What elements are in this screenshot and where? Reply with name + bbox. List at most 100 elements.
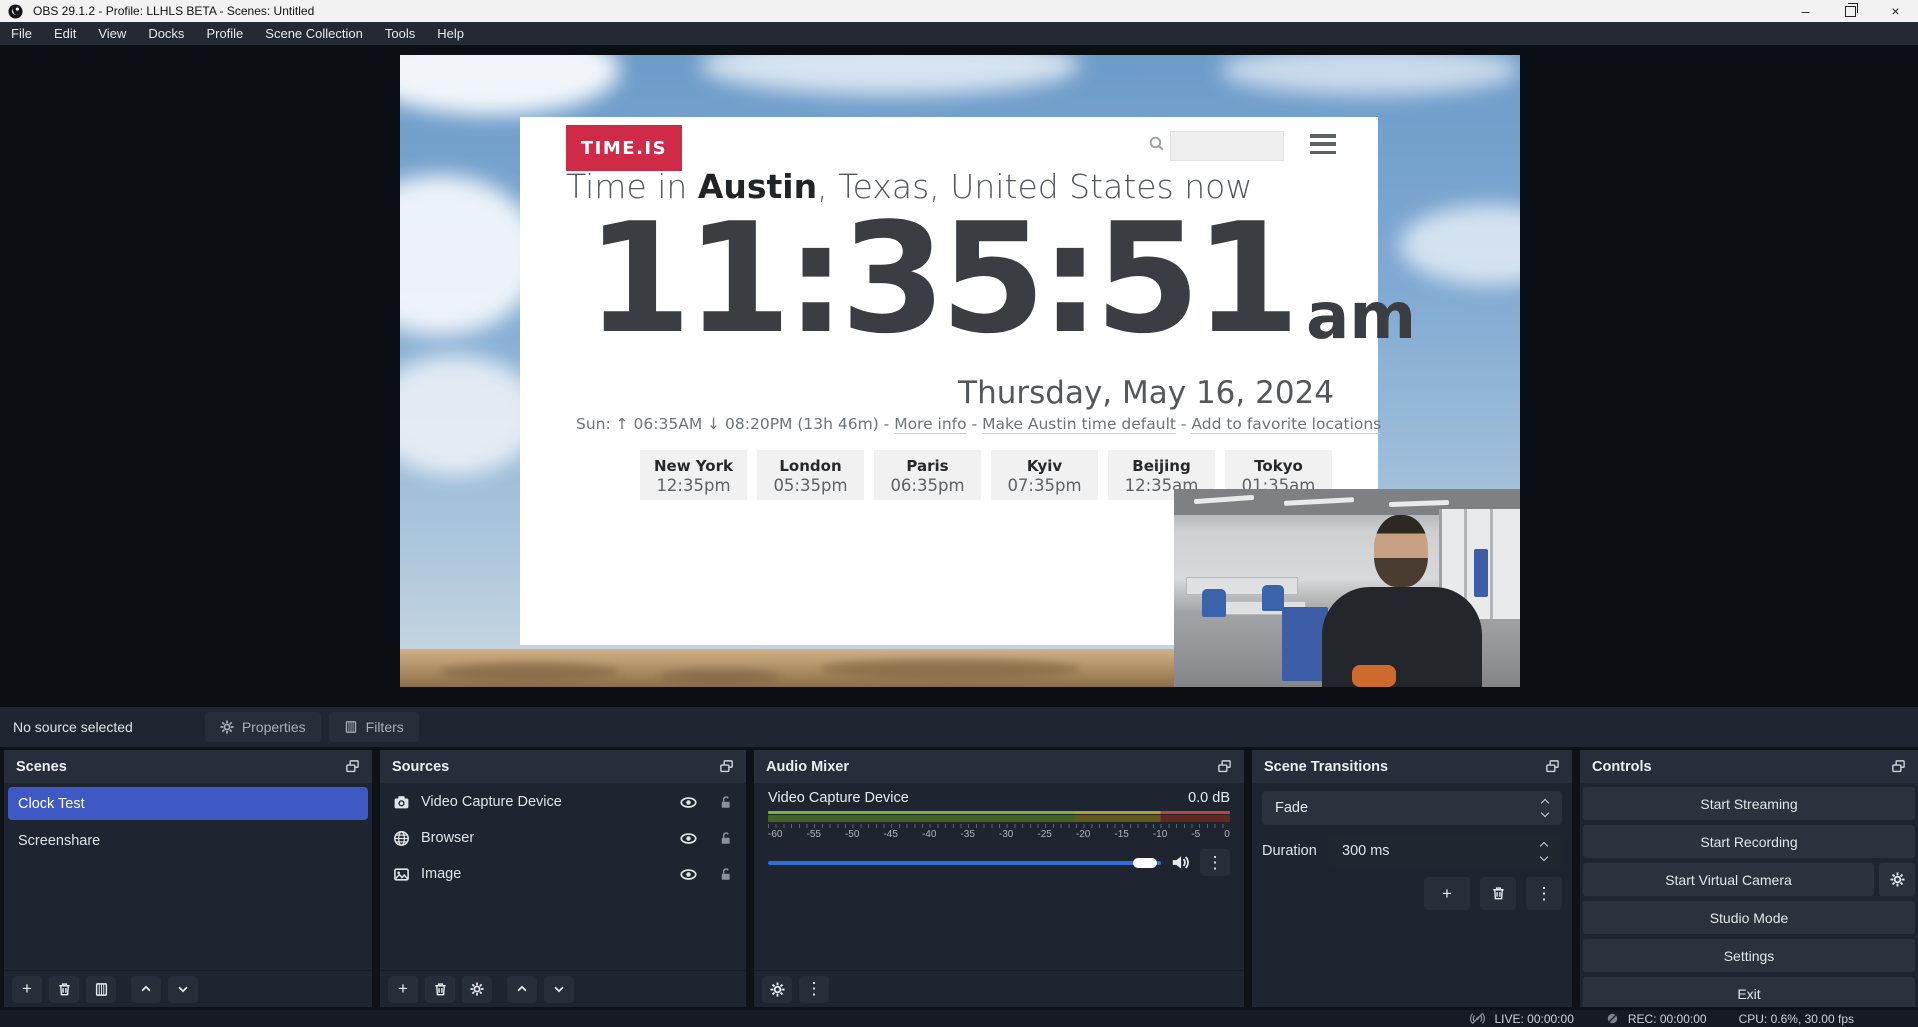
controls-panel: Controls Start Streaming Start Recording… bbox=[1580, 750, 1918, 1007]
webcam-video bbox=[1174, 489, 1520, 687]
chevron-up-icon bbox=[139, 982, 153, 996]
close-button[interactable]: × bbox=[1873, 0, 1918, 22]
chevron-up-icon bbox=[515, 982, 529, 996]
scene-item-clock-test[interactable]: Clock Test bbox=[8, 787, 368, 820]
move-source-up-button[interactable] bbox=[507, 976, 537, 1003]
controls-title: Controls bbox=[1592, 759, 1652, 775]
hamburger-menu-icon bbox=[1310, 134, 1336, 154]
popout-icon[interactable] bbox=[1891, 759, 1906, 774]
menu-item[interactable]: View bbox=[87, 22, 137, 45]
menu-item[interactable]: Profile bbox=[195, 22, 254, 45]
volume-meter bbox=[768, 811, 1230, 814]
start-virtual-camera-button[interactable]: Start Virtual Camera bbox=[1583, 863, 1874, 896]
source-toolbar: No source selected Properties Filters bbox=[0, 707, 1918, 747]
minimize-button[interactable]: – bbox=[1783, 0, 1828, 22]
move-scene-down-button[interactable] bbox=[168, 976, 198, 1003]
status-bar: LIVE: 00:00:00 REC: 00:00:00 CPU: 0.6%, … bbox=[0, 1010, 1918, 1027]
add-transition-button[interactable]: + bbox=[1424, 877, 1470, 910]
source-item-browser[interactable]: Browser bbox=[380, 821, 746, 855]
gears-icon bbox=[770, 982, 785, 997]
remove-transition-button[interactable] bbox=[1480, 877, 1516, 910]
globe-icon bbox=[393, 830, 410, 847]
orange-object bbox=[1352, 665, 1396, 687]
mixer-channel-name: Video Capture Device bbox=[768, 790, 909, 806]
volume-slider-handle[interactable] bbox=[1133, 858, 1157, 868]
popout-icon[interactable] bbox=[719, 759, 734, 774]
restore-button[interactable] bbox=[1828, 0, 1873, 22]
advanced-audio-button[interactable] bbox=[762, 976, 792, 1003]
trash-icon bbox=[1491, 886, 1506, 901]
rec-time: REC: 00:00:00 bbox=[1628, 1012, 1707, 1026]
eye-icon[interactable] bbox=[680, 794, 697, 811]
workspace: TIME.IS Time in Austin, Texas, United St… bbox=[0, 45, 1918, 707]
lock-icon[interactable] bbox=[718, 831, 733, 846]
mixer-options-button[interactable]: ⋮ bbox=[799, 976, 829, 1003]
popout-icon[interactable] bbox=[1217, 759, 1232, 774]
popout-icon[interactable] bbox=[345, 759, 360, 774]
preview-canvas[interactable]: TIME.IS Time in Austin, Texas, United St… bbox=[400, 55, 1520, 687]
docks-area: Scenes Clock Test Screenshare + Sources bbox=[0, 747, 1918, 1010]
obs-logo-icon bbox=[8, 4, 23, 19]
transition-options-button[interactable]: ⋮ bbox=[1526, 877, 1562, 910]
studio-mode-button[interactable]: Studio Mode bbox=[1583, 901, 1915, 934]
lock-icon[interactable] bbox=[718, 795, 733, 810]
scenes-title: Scenes bbox=[16, 759, 67, 775]
scene-transitions-panel: Scene Transitions Fade Duration 300 ms bbox=[1252, 750, 1572, 1007]
window-title: OBS 29.1.2 - Profile: LLHLS BETA - Scene… bbox=[33, 4, 314, 18]
source-properties-button[interactable] bbox=[462, 976, 492, 1003]
properties-button[interactable]: Properties bbox=[205, 712, 321, 742]
scene-item-screenshare[interactable]: Screenshare bbox=[8, 824, 368, 857]
timeis-link: More info bbox=[894, 415, 966, 434]
cloud bbox=[1400, 205, 1520, 285]
eye-icon[interactable] bbox=[680, 866, 697, 883]
duration-input[interactable]: 300 ms bbox=[1328, 834, 1562, 868]
virtual-camera-config-button[interactable] bbox=[1879, 863, 1915, 896]
city-time-box: London 05:35pm bbox=[757, 450, 864, 500]
add-scene-button[interactable]: + bbox=[12, 976, 42, 1003]
sources-title: Sources bbox=[392, 759, 449, 775]
lock-icon[interactable] bbox=[718, 867, 733, 882]
menu-item[interactable]: File bbox=[0, 22, 43, 45]
filters-button[interactable]: Filters bbox=[329, 712, 419, 742]
clock-ampm: am bbox=[1306, 281, 1416, 355]
move-scene-up-button[interactable] bbox=[131, 976, 161, 1003]
date-text: Thursday, May 16, 2024 bbox=[958, 375, 1334, 411]
move-source-down-button[interactable] bbox=[544, 976, 574, 1003]
menu-item[interactable]: Scene Collection bbox=[254, 22, 374, 45]
person-torso bbox=[1322, 587, 1482, 687]
timeis-link: Make Austin time default bbox=[982, 415, 1176, 434]
record-inactive-icon bbox=[1606, 1012, 1619, 1025]
camera-icon bbox=[393, 794, 410, 811]
chevron-down-icon bbox=[552, 982, 566, 996]
menu-item[interactable]: Docks bbox=[137, 22, 195, 45]
menu-bar: FileEditViewDocksProfileScene Collection… bbox=[0, 22, 1918, 45]
timeis-logo: TIME.IS bbox=[566, 125, 682, 171]
eye-icon[interactable] bbox=[680, 830, 697, 847]
search-input bbox=[1170, 131, 1284, 161]
scene-filters-button[interactable] bbox=[86, 976, 116, 1003]
timeis-link: Add to favorite locations bbox=[1191, 415, 1381, 434]
speaker-icon[interactable] bbox=[1171, 853, 1190, 872]
source-item-image[interactable]: Image bbox=[380, 857, 746, 891]
transition-select[interactable]: Fade bbox=[1262, 791, 1562, 825]
remove-source-button[interactable] bbox=[425, 976, 455, 1003]
spinner-arrows-icon[interactable] bbox=[1532, 840, 1562, 863]
city-time-box: New York 12:35pm bbox=[640, 450, 747, 500]
menu-item[interactable]: Edit bbox=[43, 22, 87, 45]
menu-item[interactable]: Tools bbox=[374, 22, 426, 45]
add-source-button[interactable]: + bbox=[388, 976, 418, 1003]
popout-icon[interactable] bbox=[1545, 759, 1560, 774]
start-streaming-button[interactable]: Start Streaming bbox=[1583, 787, 1915, 820]
mixer-level-db: 0.0 dB bbox=[1188, 790, 1230, 806]
mixer-menu-button[interactable]: ⋮ bbox=[1200, 849, 1230, 876]
clock-time: 11:35:51 bbox=[586, 203, 1294, 355]
start-recording-button[interactable]: Start Recording bbox=[1583, 825, 1915, 858]
remove-scene-button[interactable] bbox=[49, 976, 79, 1003]
person-head bbox=[1374, 515, 1428, 587]
exit-button[interactable]: Exit bbox=[1583, 977, 1915, 1007]
menu-item[interactable]: Help bbox=[426, 22, 475, 45]
volume-slider[interactable] bbox=[768, 856, 1161, 870]
source-item-video-capture[interactable]: Video Capture Device bbox=[380, 785, 746, 819]
gear-icon bbox=[220, 720, 234, 734]
settings-button[interactable]: Settings bbox=[1583, 939, 1915, 972]
